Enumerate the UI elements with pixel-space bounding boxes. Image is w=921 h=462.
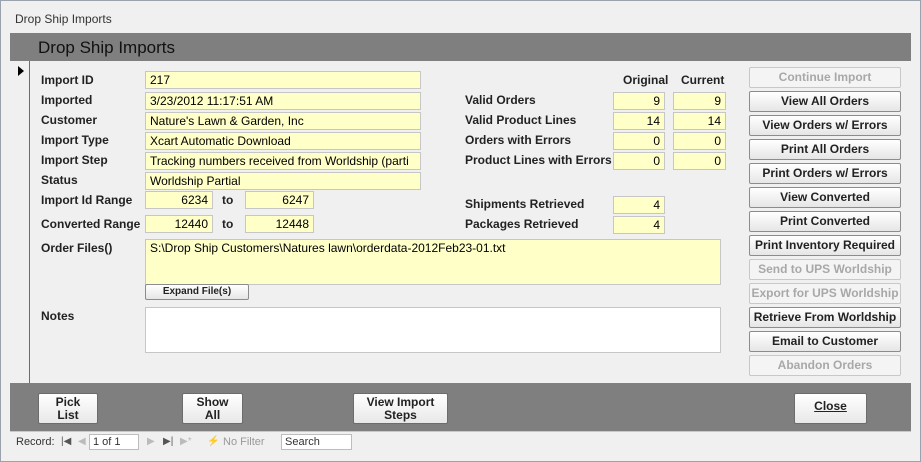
import-type-field[interactable]: Xcart Automatic Download bbox=[145, 132, 421, 150]
valid-product-lines-current[interactable]: 14 bbox=[673, 112, 726, 130]
converted-range-to[interactable]: 12448 bbox=[245, 215, 314, 233]
next-record-icon[interactable]: ▶ bbox=[147, 436, 155, 447]
close-button[interactable]: Close bbox=[794, 393, 867, 424]
import-id-range-label: Import Id Range bbox=[41, 193, 133, 207]
search-field[interactable]: Search bbox=[281, 434, 352, 450]
import-id-range-to[interactable]: 6247 bbox=[245, 191, 314, 209]
valid-product-lines-label: Valid Product Lines bbox=[465, 113, 577, 127]
window: Drop Ship Imports Drop Ship Imports Impo… bbox=[0, 0, 921, 462]
order-files-field[interactable]: S:\Drop Ship Customers\Natures lawn\orde… bbox=[145, 239, 721, 285]
continue-import-button[interactable]: Continue Import bbox=[749, 67, 901, 88]
imported-field[interactable]: 3/23/2012 11:17:51 AM bbox=[145, 92, 421, 110]
window-title: Drop Ship Imports bbox=[15, 12, 112, 26]
import-id-label: Import ID bbox=[41, 73, 94, 87]
shipments-retrieved-field[interactable]: 4 bbox=[613, 196, 665, 214]
record-position-field[interactable]: 1 of 1 bbox=[89, 434, 139, 450]
view-all-orders-button[interactable]: View All Orders bbox=[749, 91, 901, 112]
orders-with-errors-original[interactable]: 0 bbox=[613, 132, 665, 150]
notes-field[interactable] bbox=[145, 307, 721, 353]
import-id-field[interactable]: 217 bbox=[145, 71, 421, 89]
first-record-icon[interactable]: |◀ bbox=[61, 436, 71, 447]
form-footer: Pick List Show All View Import Steps Clo… bbox=[10, 383, 911, 431]
record-navigation-bar: Record: |◀ ◀ 1 of 1 ▶ ▶| ▶* ⚡ No Filter … bbox=[10, 431, 911, 453]
form-detail: Import ID 217 Imported 3/23/2012 11:17:5… bbox=[30, 61, 911, 383]
order-files-label: Order Files() bbox=[41, 241, 113, 255]
filter-status[interactable]: No Filter bbox=[223, 436, 265, 448]
new-record-icon[interactable]: ▶* bbox=[180, 436, 192, 447]
view-import-steps-button[interactable]: View Import Steps bbox=[353, 393, 448, 424]
current-record-icon bbox=[18, 66, 24, 76]
record-label: Record: bbox=[16, 436, 55, 448]
converted-range-from[interactable]: 12440 bbox=[145, 215, 213, 233]
last-record-icon[interactable]: ▶| bbox=[163, 436, 173, 447]
packages-retrieved-field[interactable]: 4 bbox=[613, 216, 665, 234]
import-step-label: Import Step bbox=[41, 153, 108, 167]
product-lines-with-errors-label: Product Lines with Errors bbox=[465, 153, 612, 167]
expand-files-button[interactable]: Expand File(s) bbox=[145, 284, 249, 300]
pick-list-button[interactable]: Pick List bbox=[38, 393, 98, 424]
print-all-orders-button[interactable]: Print All Orders bbox=[749, 139, 901, 160]
print-orders-with-errors-button[interactable]: Print Orders w/ Errors bbox=[749, 163, 901, 184]
send-to-ups-worldship-button[interactable]: Send to UPS Worldship bbox=[749, 259, 901, 280]
import-id-range-from[interactable]: 6234 bbox=[145, 191, 213, 209]
customer-label: Customer bbox=[41, 113, 98, 127]
form-title: Drop Ship Imports bbox=[38, 38, 175, 57]
packages-retrieved-label: Packages Retrieved bbox=[465, 217, 579, 231]
view-orders-with-errors-button[interactable]: View Orders w/ Errors bbox=[749, 115, 901, 136]
converted-range-to-label: to bbox=[222, 217, 234, 231]
orders-with-errors-current[interactable]: 0 bbox=[673, 132, 726, 150]
previous-record-icon[interactable]: ◀ bbox=[78, 436, 86, 447]
valid-orders-label: Valid Orders bbox=[465, 93, 536, 107]
status-label: Status bbox=[41, 173, 78, 187]
view-converted-button[interactable]: View Converted bbox=[749, 187, 901, 208]
customer-field[interactable]: Nature's Lawn & Garden, Inc bbox=[145, 112, 421, 130]
valid-orders-current[interactable]: 9 bbox=[673, 92, 726, 110]
current-column-header: Current bbox=[681, 73, 725, 87]
converted-range-label: Converted Range bbox=[41, 217, 141, 231]
orders-with-errors-label: Orders with Errors bbox=[465, 133, 572, 147]
record-selector[interactable] bbox=[10, 61, 30, 383]
email-to-customer-button[interactable]: Email to Customer bbox=[749, 331, 901, 352]
filter-icon[interactable]: ⚡ bbox=[207, 436, 219, 447]
print-converted-button[interactable]: Print Converted bbox=[749, 211, 901, 232]
abandon-orders-button[interactable]: Abandon Orders bbox=[749, 355, 901, 376]
valid-orders-original[interactable]: 9 bbox=[613, 92, 665, 110]
form-header: Drop Ship Imports bbox=[10, 33, 911, 61]
product-lines-with-errors-current[interactable]: 0 bbox=[673, 152, 726, 170]
status-field[interactable]: Worldship Partial bbox=[145, 172, 421, 190]
retrieve-from-worldship-button[interactable]: Retrieve From Worldship bbox=[749, 307, 901, 328]
shipments-retrieved-label: Shipments Retrieved bbox=[465, 197, 585, 211]
print-inventory-required-button[interactable]: Print Inventory Required bbox=[749, 235, 901, 256]
import-step-field[interactable]: Tracking numbers received from Worldship… bbox=[145, 152, 421, 170]
imported-label: Imported bbox=[41, 93, 93, 107]
export-for-ups-worldship-button[interactable]: Export for UPS Worldship bbox=[749, 283, 901, 304]
show-all-button[interactable]: Show All bbox=[182, 393, 243, 424]
product-lines-with-errors-original[interactable]: 0 bbox=[613, 152, 665, 170]
import-id-range-to-label: to bbox=[222, 193, 234, 207]
valid-product-lines-original[interactable]: 14 bbox=[613, 112, 665, 130]
notes-label: Notes bbox=[41, 309, 75, 323]
import-type-label: Import Type bbox=[41, 133, 109, 147]
original-column-header: Original bbox=[623, 73, 669, 87]
